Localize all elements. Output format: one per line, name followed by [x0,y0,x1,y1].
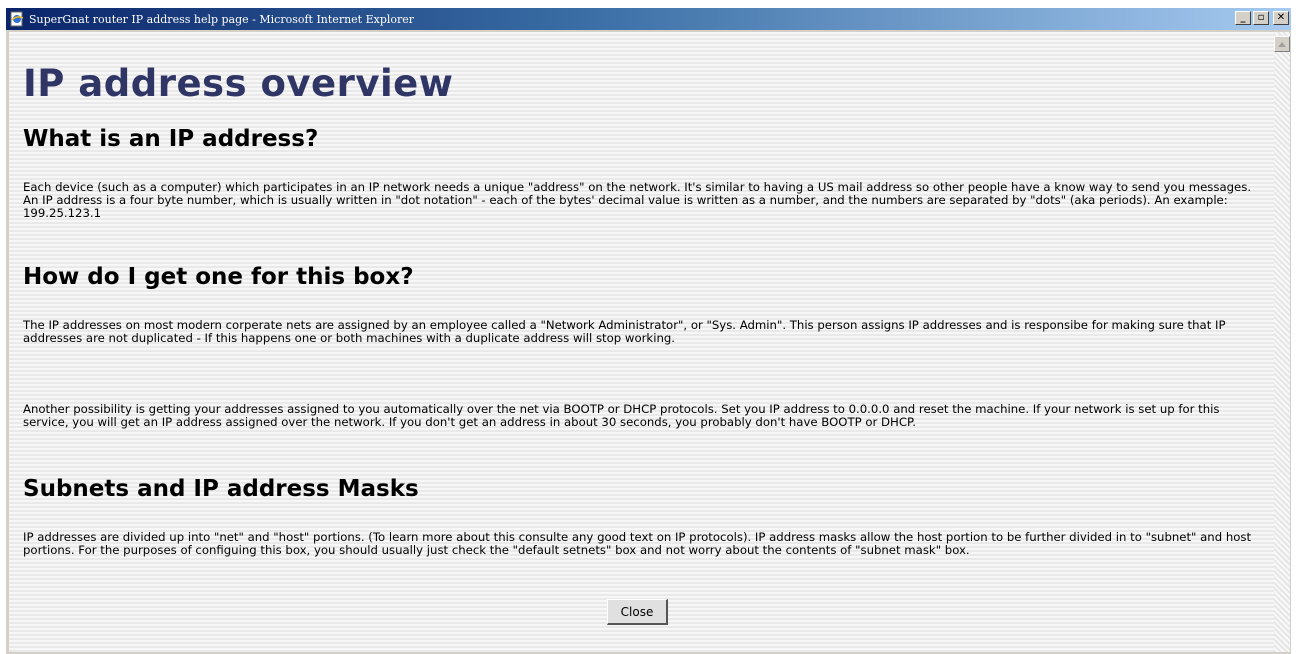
browser-window: SuperGnat router IP address help page - … [6,8,1291,654]
close-window-button[interactable]: ✕ [1273,11,1289,25]
ie-page-icon [9,11,25,27]
section-heading-how-to-get: How do I get one for this box? [23,264,414,290]
section-paragraph: The IP addresses on most modern corperat… [23,318,1226,345]
minimize-icon: _ [1240,12,1246,23]
triangle-up-icon [1278,41,1286,47]
vertical-scrollbar[interactable] [1274,32,1290,652]
close-icon: ✕ [1276,12,1286,23]
minimize-button[interactable]: _ [1235,11,1251,25]
title-bar[interactable]: SuperGnat router IP address help page - … [6,8,1291,30]
section-paragraph: Each device (such as a computer) which p… [23,180,1252,220]
close-button[interactable]: Close [607,599,668,625]
window-title: SuperGnat router IP address help page - … [29,12,415,26]
section-paragraph: IP addresses are divided up into "net" a… [23,530,1252,557]
scroll-up-button[interactable] [1274,36,1290,52]
page-title: IP address overview [23,62,454,105]
section-heading-subnets: Subnets and IP address Masks [23,476,419,502]
maximize-button[interactable]: ▫ [1253,11,1269,25]
restore-icon: ▫ [1257,12,1265,23]
section-paragraph: Another possibility is getting your addr… [23,402,1220,429]
window-controls: _ ▫ ✕ [1235,11,1289,25]
section-heading-what-is-ip: What is an IP address? [23,126,319,152]
page-content: IP address overview What is an IP addres… [9,32,1274,652]
